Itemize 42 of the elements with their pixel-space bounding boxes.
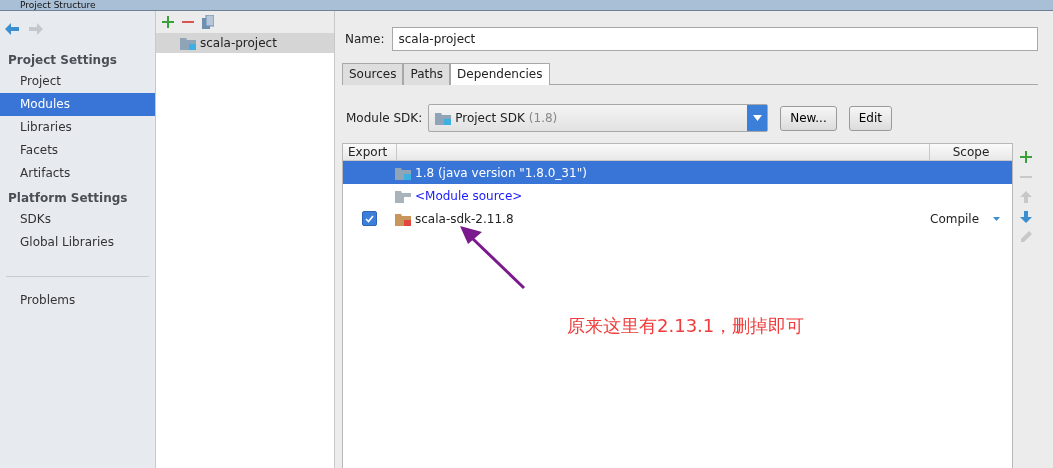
folder-icon — [395, 165, 411, 180]
sidebar-item[interactable]: Artifacts — [0, 162, 155, 185]
tab[interactable]: Paths — [403, 63, 451, 85]
dialog-button[interactable]: Edit — [848, 105, 892, 131]
sidebar-item[interactable]: SDKs — [0, 208, 155, 231]
sidebar-item[interactable]: Modules — [0, 93, 155, 116]
folder-icon — [435, 111, 452, 125]
export-checkbox[interactable] — [361, 211, 377, 226]
copy-icon[interactable] — [202, 15, 214, 29]
folder-icon — [395, 188, 411, 203]
name-label: Name: — [345, 32, 385, 46]
add-icon[interactable] — [1019, 151, 1032, 163]
dialog-button[interactable]: New... — [780, 105, 837, 131]
window-title: Project Structure — [20, 0, 96, 10]
section-title: Project Settings — [7, 52, 118, 69]
caret-icon[interactable] — [993, 216, 1001, 221]
caret-icon — [752, 115, 762, 121]
sdk-dropdown[interactable]: Project SDK (1.8) — [428, 104, 769, 132]
sidebar-item[interactable]: Libraries — [0, 116, 155, 139]
add-icon[interactable] — [162, 16, 174, 28]
sidebar-item[interactable]: Global Libraries — [0, 231, 155, 254]
column-header: Scope — [951, 144, 991, 160]
sidebar-item[interactable]: Problems — [0, 289, 155, 312]
module-sdk-label: Module SDK: — [346, 111, 423, 125]
annotation-arrow — [458, 224, 528, 290]
sidebar-item[interactable]: Facets — [0, 139, 155, 162]
folder-icon — [180, 36, 196, 50]
annotation-text: 原来这里有2.13.1，删掉即可 — [567, 314, 805, 338]
move-down-icon[interactable] — [1019, 211, 1032, 223]
name-field[interactable]: scala-project — [392, 27, 1038, 51]
tab[interactable]: Sources — [342, 63, 404, 85]
column-header: Export — [343, 144, 397, 160]
module-item[interactable]: scala-project — [156, 33, 334, 53]
dependency-row[interactable]: <Module source> — [343, 184, 1012, 207]
section-title: Platform Settings — [7, 190, 129, 207]
sidebar-item[interactable]: Project — [0, 70, 155, 93]
folder-icon — [395, 211, 411, 226]
checkmark-icon — [364, 214, 374, 223]
back-arrow-icon[interactable] — [5, 23, 19, 35]
dependency-row[interactable]: 1.8 (java version "1.8.0_31") — [343, 161, 1012, 184]
tab[interactable]: Dependencies — [450, 63, 550, 85]
dependency-row[interactable]: scala-sdk-2.11.8 Compile — [343, 207, 1012, 230]
